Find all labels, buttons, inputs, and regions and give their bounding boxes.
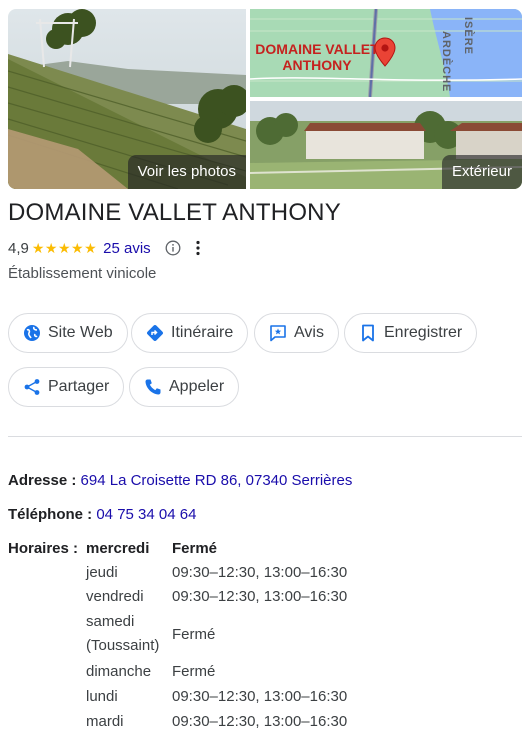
phone-link[interactable]: 04 75 34 04 64: [96, 506, 196, 523]
river-label-isere: ISÈRE: [462, 17, 474, 56]
hours-time-monday: 09:30–12:30, 13:00–16:30: [172, 688, 348, 705]
hours-day-saturday-note: (Toussaint): [86, 637, 160, 654]
hours-day-thursday: jeudi: [86, 564, 118, 581]
reviews-button[interactable]: Avis: [254, 313, 339, 353]
main-photo[interactable]: Voir les photos: [8, 9, 246, 189]
reviews-link[interactable]: 25 avis: [103, 240, 151, 257]
hours-day-monday: lundi: [86, 688, 118, 705]
call-label: Appeler: [169, 378, 225, 395]
address-label: Adresse :: [8, 472, 77, 489]
info-icon[interactable]: [165, 240, 181, 256]
see-photos-label: Voir les photos: [127, 155, 246, 189]
section-divider: [8, 436, 522, 437]
call-button[interactable]: Appeler: [129, 367, 240, 407]
hours-time-thursday: 09:30–12:30, 13:00–16:30: [172, 564, 348, 581]
map-place-label: DOMAINE VALLET ANTHONY: [255, 41, 379, 73]
phone-icon: [143, 377, 163, 397]
share-button[interactable]: Partager: [8, 367, 125, 407]
hours-time-friday: 09:30–12:30, 13:00–16:30: [172, 588, 348, 605]
more-options-icon[interactable]: [195, 240, 201, 256]
place-title: DOMAINE VALLET ANTHONY: [8, 199, 341, 226]
hours-day-tuesday: mardi: [86, 713, 124, 730]
hours-day-wednesday: mercredi: [86, 540, 150, 557]
globe-icon: [22, 323, 42, 343]
address-link[interactable]: 694 La Croisette RD 86, 07340 Serrières: [81, 472, 353, 489]
address-row: Adresse : 694 La Croisette RD 86, 07340 …: [8, 471, 352, 491]
photo-gallery: Voir les photos DOMAINE VALLET ANTHONY I…: [8, 9, 522, 189]
place-category: Établissement vinicole: [8, 265, 157, 282]
website-button[interactable]: Site Web: [8, 313, 128, 353]
directions-label: Itinéraire: [171, 324, 234, 341]
rating-value: 4,9: [8, 239, 29, 257]
hours-day-saturday: samedi: [86, 613, 135, 630]
star-rating-icon: ★★★★★: [31, 239, 98, 256]
hours-time-wednesday: Fermé: [172, 540, 218, 557]
map-thumbnail[interactable]: DOMAINE VALLET ANTHONY ISÈRE ARDÈCHE: [250, 9, 522, 97]
bookmark-icon: [358, 323, 378, 343]
directions-icon: [145, 323, 165, 343]
rating-row: 4,9 ★★★★★ 25 avis: [8, 238, 201, 258]
hours-time-saturday: Fermé: [172, 626, 216, 643]
river-label-ardeche: ARDÈCHE: [440, 31, 452, 93]
save-label: Enregistrer: [384, 324, 463, 341]
exterior-label: Extérieur: [441, 155, 522, 189]
directions-button[interactable]: Itinéraire: [131, 313, 249, 353]
hours-label: Horaires :: [8, 540, 79, 557]
hours-day-friday: vendredi: [86, 588, 144, 605]
review-star-icon: [268, 323, 288, 343]
hours-time-sunday: Fermé: [172, 663, 216, 680]
website-label: Site Web: [48, 324, 113, 341]
hours-day-sunday: dimanche: [86, 663, 152, 680]
exterior-photo[interactable]: Extérieur: [250, 101, 522, 189]
phone-row: Téléphone : 04 75 34 04 64: [8, 505, 196, 525]
hours-time-tuesday: 09:30–12:30, 13:00–16:30: [172, 713, 348, 730]
share-icon: [22, 377, 42, 397]
save-button[interactable]: Enregistrer: [344, 313, 478, 353]
reviews-button-label: Avis: [294, 324, 324, 341]
share-label: Partager: [48, 378, 110, 395]
map-pin-icon: [374, 37, 396, 67]
phone-label: Téléphone :: [8, 506, 93, 523]
